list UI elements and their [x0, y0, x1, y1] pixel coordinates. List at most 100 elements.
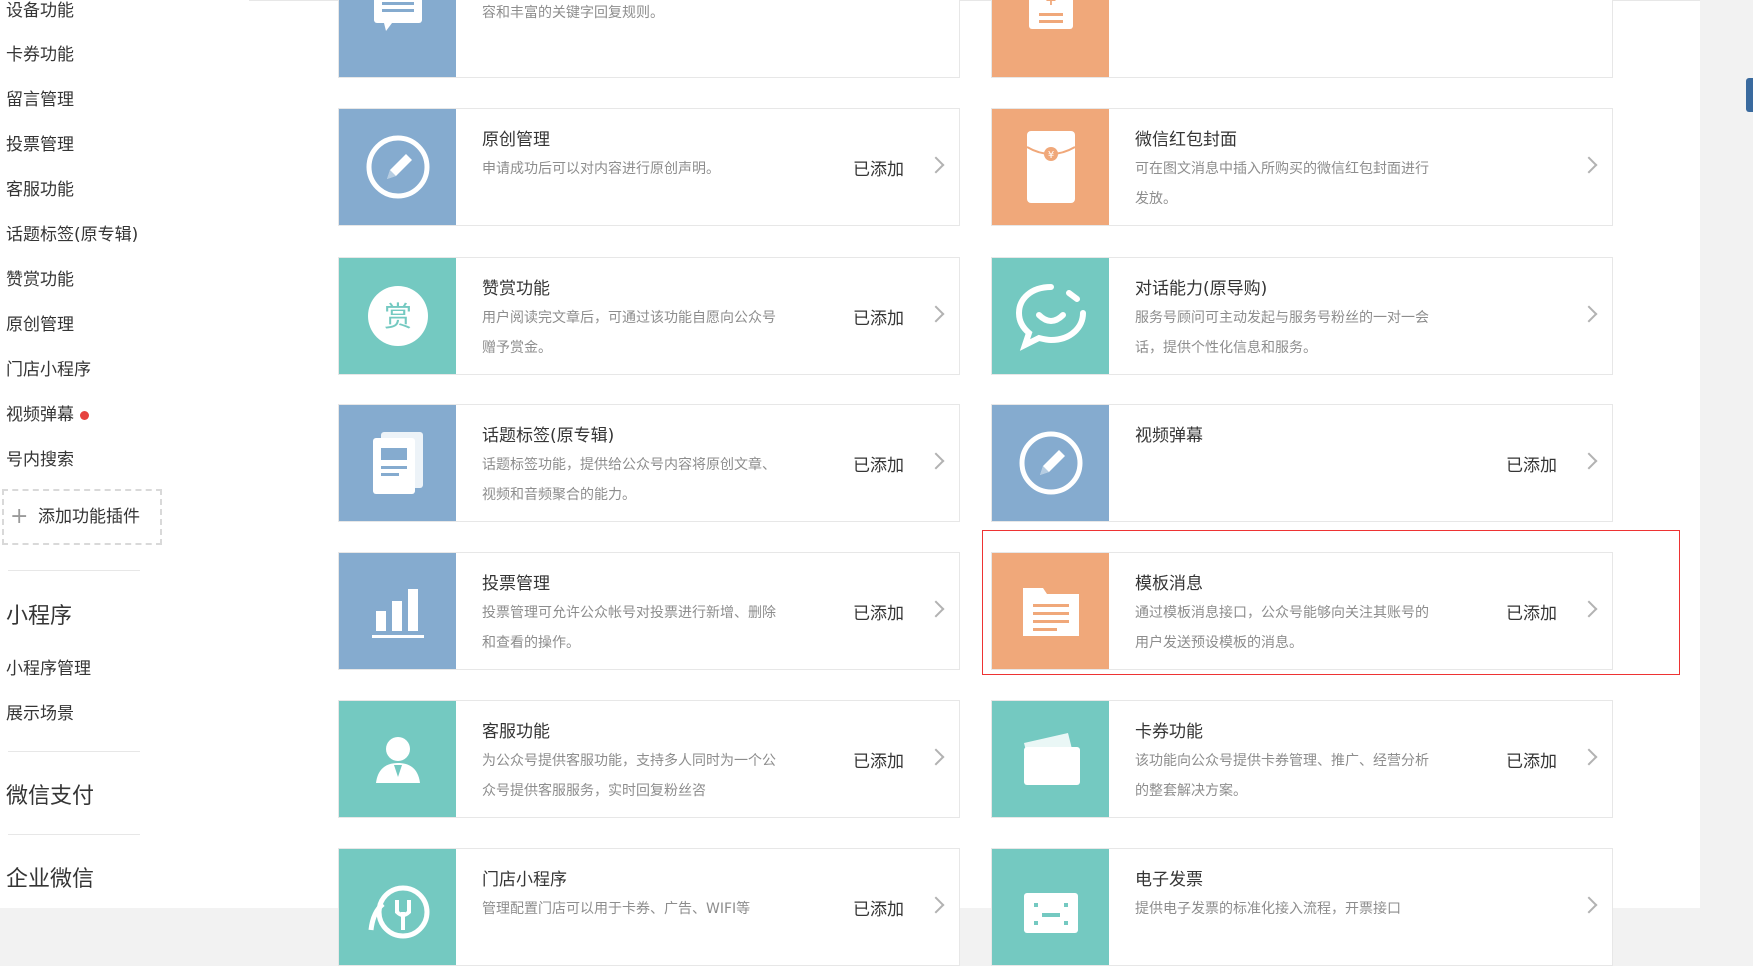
section-heading-miniprogram: 小程序	[6, 604, 73, 629]
plugin-card[interactable]: 门店小程序 管理配置门店可以用于卡券、广告、WIFI等 已添加	[338, 848, 960, 966]
plugin-description: 用户阅读完文章后，可通过该功能自愿向公众号赠予赏金。	[482, 310, 776, 356]
chevron-right-icon	[1580, 305, 1598, 323]
plugin-title: 电子发票	[1135, 870, 1203, 890]
sidebar-item-voting[interactable]: 投票管理	[6, 130, 74, 155]
plugin-card[interactable]: 电子发票提供电子发票的标准化接入流程，开票接口	[991, 848, 1613, 966]
plugin-title: 原创管理	[482, 130, 550, 150]
store-icon	[339, 849, 456, 965]
paid-content-icon: ¥	[992, 0, 1109, 77]
sidebar-item-topic-tags[interactable]: 话题标签(原专辑)	[6, 220, 138, 245]
plugin-description: 该功能向公众号提供卡券管理、推广、经营分析的整套解决方案。	[1135, 753, 1429, 799]
plugin-title: 微信红包封面	[1135, 130, 1237, 150]
chevron-right-icon	[927, 156, 945, 174]
scroll-handle[interactable]	[1746, 78, 1753, 112]
plugin-status: 已添加	[853, 604, 904, 624]
divider	[8, 834, 140, 835]
plugin-card[interactable]: 公众号可以针对用户的行为来设置特定的回复内容和丰富的关键字回复规则。已添加	[338, 0, 960, 78]
plugin-status: 已添加	[853, 456, 904, 476]
pencil-icon	[992, 405, 1109, 521]
sidebar: 设备功能 卡券功能 留言管理 投票管理 客服功能 话题标签(原专辑) 赞赏功能 …	[0, 0, 249, 908]
plugin-status: 已添加	[1506, 604, 1557, 624]
plus-icon: +	[10, 504, 29, 529]
sidebar-item-customer-service[interactable]: 客服功能	[6, 175, 74, 200]
reward-icon: 赏	[339, 258, 456, 374]
sidebar-item-search[interactable]: 号内搜索	[6, 445, 74, 470]
card-icon	[992, 701, 1109, 817]
plugin-card[interactable]: 客服功能为公众号提供客服功能，支持多人同时为一个公众号提供客服服务，实时回复粉丝…	[338, 700, 960, 818]
plugin-card[interactable]: 原创管理申请成功后可以对内容进行原创声明。 已添加	[338, 108, 960, 226]
pencil-icon	[339, 109, 456, 225]
plugin-card[interactable]: 模板消息通过模板消息接口，公众号能够向关注其账号的用户发送预设模板的消息。 已添加	[991, 552, 1613, 670]
divider	[8, 570, 140, 571]
sidebar-item-miniprogram-manage[interactable]: 小程序管理	[6, 654, 91, 679]
chevron-right-icon	[1580, 156, 1598, 174]
add-plugin-label: 添加功能插件	[38, 507, 140, 527]
plugin-status: 已添加	[853, 752, 904, 772]
sidebar-item-label: 视频弹幕	[6, 405, 74, 425]
plugin-description: 公众号可以针对用户的行为来设置特定的回复内容和丰富的关键字回复规则。	[482, 5, 664, 21]
album-icon	[339, 405, 456, 521]
plugin-title: 投票管理	[482, 574, 550, 594]
plugin-card[interactable]: 视频弹幕已添加	[991, 404, 1613, 522]
plugin-status: 已添加	[1506, 752, 1557, 772]
plugin-description: 通过模板消息接口，公众号能够向关注其账号的用户发送预设模板的消息。	[1135, 605, 1429, 651]
template-doc-icon	[992, 553, 1109, 669]
plugin-description: 为公众号提供客服功能，支持多人同时为一个公众号提供客服服务，实时回复粉丝咨	[482, 753, 776, 799]
sidebar-item-store-miniprogram[interactable]: 门店小程序	[6, 355, 91, 380]
plugin-card[interactable]: ¥申请成功后公众号可以发表付费内容	[991, 0, 1613, 78]
service-agent-icon	[339, 701, 456, 817]
chevron-right-icon	[927, 452, 945, 470]
svg-text:¥: ¥	[1047, 150, 1053, 161]
plugin-status: 已添加	[1506, 456, 1557, 476]
plugin-grid: 公众号可以针对用户的行为来设置特定的回复内容和丰富的关键字回复规则。已添加¥申请…	[249, 0, 1700, 966]
plugin-title: 赞赏功能	[482, 279, 550, 299]
plugin-card[interactable]: 赏 赞赏功能用户阅读完文章后，可通过该功能自愿向公众号赠予赏金。 已添加	[338, 257, 960, 375]
plugin-description: 可在图文消息中插入所购买的微信红包封面进行发放。	[1135, 161, 1429, 207]
plugin-card[interactable]: 话题标签(原专辑) 话题标签功能，提供给公众号内容将原创文章、视频和音频聚合的能力…	[338, 404, 960, 522]
chevron-right-icon	[927, 748, 945, 766]
divider	[8, 751, 140, 752]
plugin-title: 对话能力(原导购)	[1135, 279, 1268, 299]
chevron-right-icon	[1580, 896, 1598, 914]
sidebar-item-reward[interactable]: 赞赏功能	[6, 265, 74, 290]
plugin-card[interactable]: 卡券功能该功能向公众号提供卡券管理、推广、经营分析的整套解决方案。 已添加	[991, 700, 1613, 818]
chevron-right-icon	[1580, 452, 1598, 470]
sidebar-item-scenes[interactable]: 展示场景	[6, 699, 74, 724]
plugin-description: 管理配置门店可以用于卡券、广告、WIFI等	[482, 901, 751, 917]
plugin-card[interactable]: 投票管理投票管理可允许公众帐号对投票进行新增、删除和查看的操作。 已添加	[338, 552, 960, 670]
chevron-right-icon	[1580, 600, 1598, 618]
chevron-right-icon	[927, 600, 945, 618]
svg-text:¥: ¥	[1045, 0, 1056, 10]
plugin-title: 客服功能	[482, 722, 550, 742]
sidebar-item-video-danmaku[interactable]: 视频弹幕	[6, 400, 89, 425]
chevron-right-icon	[1580, 748, 1598, 766]
plugin-status: 已添加	[853, 309, 904, 329]
plugin-description: 投票管理可允许公众帐号对投票进行新增、删除和查看的操作。	[482, 605, 776, 651]
add-plugin-button[interactable]: + 添加功能插件	[2, 489, 162, 545]
chat-icon	[992, 258, 1109, 374]
sidebar-item-device[interactable]: 设备功能	[6, 0, 74, 21]
auto-reply-icon	[339, 0, 456, 77]
plugin-title: 视频弹幕	[1135, 426, 1203, 446]
section-heading-wechat-pay[interactable]: 微信支付	[6, 778, 94, 810]
new-badge-dot	[80, 410, 89, 420]
svg-text:赏: 赏	[383, 300, 411, 333]
plugin-title: 模板消息	[1135, 574, 1203, 594]
plugin-title: 门店小程序	[482, 870, 567, 890]
plugin-card[interactable]: ¥ 微信红包封面可在图文消息中插入所购买的微信红包封面进行发放。	[991, 108, 1613, 226]
plugin-description: 服务号顾问可主动发起与服务号粉丝的一对一会话，提供个性化信息和服务。	[1135, 310, 1429, 356]
plugin-description: 提供电子发票的标准化接入流程，开票接口	[1135, 901, 1401, 917]
plugin-description: 话题标签功能，提供给公众号内容将原创文章、视频和音频聚合的能力。	[482, 457, 776, 503]
plugin-title: 话题标签(原专辑)	[482, 426, 615, 446]
plugin-description: 申请成功后可以对内容进行原创声明。	[482, 161, 720, 177]
plugin-status: 已添加	[853, 160, 904, 180]
sidebar-item-comments[interactable]: 留言管理	[6, 85, 74, 110]
plugin-title: 卡券功能	[1135, 722, 1203, 742]
section-heading-wecom[interactable]: 企业微信	[6, 861, 94, 893]
plugin-card[interactable]: 对话能力(原导购) 服务号顾问可主动发起与服务号粉丝的一对一会话，提供个性化信息和…	[991, 257, 1613, 375]
sidebar-item-coupons[interactable]: 卡券功能	[6, 40, 74, 65]
bar-chart-icon	[339, 553, 456, 669]
sidebar-item-original[interactable]: 原创管理	[6, 310, 74, 335]
invoice-icon	[992, 849, 1109, 965]
red-envelope-icon: ¥	[992, 109, 1109, 225]
